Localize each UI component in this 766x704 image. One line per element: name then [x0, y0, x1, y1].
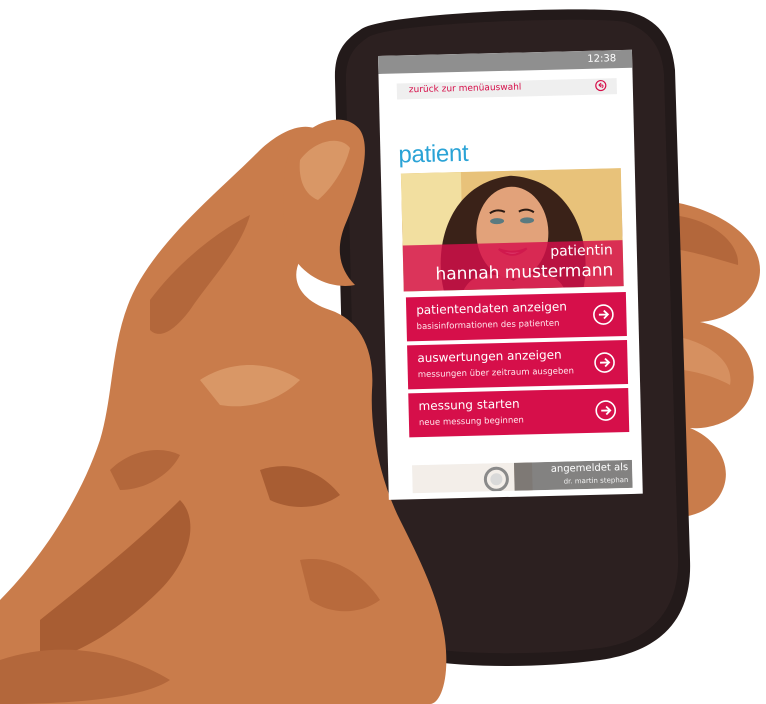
back-arrow-circle-icon: [595, 79, 607, 92]
logged-in-label: angemeldet als: [550, 462, 629, 475]
tile-title: patientendaten anzeigen: [416, 299, 568, 318]
page-title: patient: [398, 139, 469, 169]
arrow-right-circle-icon: [593, 304, 614, 325]
patient-card[interactable]: patientin hannah mustermann: [400, 168, 624, 292]
stage: 12:38 zurück zur menüauswahl patient pat…: [0, 0, 766, 704]
arrow-right-circle-icon: [595, 400, 617, 421]
logged-in-user-box[interactable]: angemeldet als dr. martin stephan: [412, 459, 633, 494]
tile-subtitle: neue messung beginnen: [418, 415, 525, 429]
back-to-menu-label: zurück zur menüauswahl: [408, 82, 522, 96]
patient-role: patientin: [550, 242, 614, 260]
tile-title: messung starten: [418, 396, 520, 414]
tile-title: auswertungen anzeigen: [417, 347, 562, 366]
arrow-right-circle-icon: [594, 352, 615, 373]
logged-in-user-name: dr. martin stephan: [563, 476, 629, 486]
phone-screen: 12:38 zurück zur menüauswahl patient pat…: [378, 49, 643, 500]
show-patient-data-button[interactable]: patientendaten anzeigen basisinformation…: [405, 292, 627, 342]
back-to-menu-button[interactable]: zurück zur menüauswahl: [396, 78, 618, 100]
start-measurement-button[interactable]: messung starten neue messung beginnen: [408, 387, 630, 438]
show-evaluations-button[interactable]: auswertungen anzeigen messungen über zei…: [407, 340, 629, 390]
tile-subtitle: messungen über zeitraum ausgeben: [417, 366, 575, 381]
tile-subtitle: basisinformationen des patienten: [416, 318, 560, 333]
status-clock: 12:38: [587, 53, 617, 65]
